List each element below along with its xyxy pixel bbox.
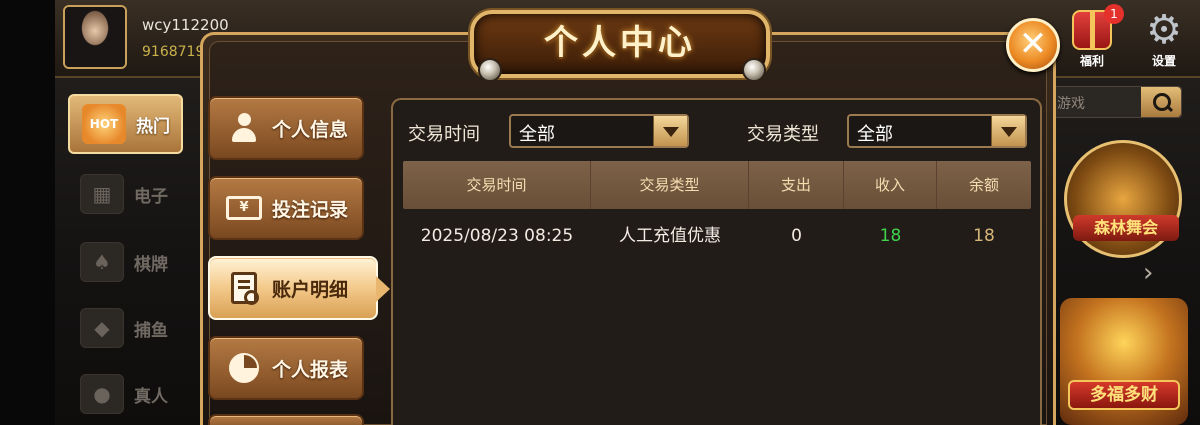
settings-label: 设置	[1151, 54, 1176, 68]
slot-machine-icon: ▦	[80, 174, 124, 214]
menu-personal-info[interactable]: 个人信息	[208, 96, 364, 160]
cell-time: 2025/08/23 08:25	[420, 226, 574, 246]
chevron-down-icon[interactable]	[653, 116, 687, 146]
search-input[interactable]: 游戏	[1052, 86, 1182, 118]
table-row: 2025/08/23 08:25 人工充值优惠 0 18 18	[403, 213, 1031, 259]
search-icon[interactable]	[1141, 87, 1181, 117]
left-edge	[0, 0, 55, 425]
search-placeholder: 游戏	[1057, 96, 1085, 112]
side-nav-cards[interactable]: ♠ 棋牌	[68, 232, 183, 292]
filter-type-value: 全部	[857, 124, 893, 145]
menu-account-details[interactable]: 账户明细	[208, 256, 390, 320]
bill-yen-icon: ¥	[224, 191, 264, 225]
filter-type-select[interactable]: 全部	[847, 114, 1027, 148]
game-tile-forest-party[interactable]: 森林舞会	[1064, 140, 1182, 258]
welfare-button[interactable]: 1 福利	[1064, 4, 1124, 72]
dialog-title-plate: 个人中心	[470, 10, 770, 78]
notification-badge: 1	[1104, 4, 1124, 24]
avatar[interactable]	[63, 5, 127, 69]
side-nav-label: 棋牌	[134, 254, 168, 275]
menu-label: 投注记录	[272, 198, 349, 221]
column-header-balance: 余额	[968, 176, 999, 194]
title-knob-left	[478, 58, 502, 82]
filter-type-label: 交易类型	[747, 124, 819, 145]
document-search-icon	[224, 271, 264, 305]
pie-chart-icon	[224, 351, 264, 385]
fish-icon: ◆	[80, 308, 124, 348]
top-right-icons: 1 福利 ⚙ 设置	[1060, 4, 1200, 72]
filter-time-select[interactable]: 全部	[509, 114, 689, 148]
welfare-label: 福利	[1079, 54, 1104, 68]
chevron-right-icon[interactable]: ›	[1143, 258, 1153, 288]
user-id: 9168719	[142, 44, 205, 60]
side-nav-label: 电子	[134, 186, 168, 207]
column-header-type: 交易类型	[591, 161, 749, 209]
avatar-hair	[65, 7, 125, 67]
dealer-person-icon: ●	[80, 374, 124, 414]
menu-personal-report[interactable]: 个人报表	[208, 336, 364, 400]
playing-card-icon: ♠	[80, 242, 124, 282]
side-nav-label: 捕鱼	[134, 320, 168, 341]
close-button[interactable]: ✕	[1006, 18, 1060, 72]
close-icon: ✕	[1018, 24, 1048, 64]
chevron-down-icon[interactable]	[991, 116, 1025, 146]
game-tile-name: 多福多财	[1068, 380, 1180, 410]
cell-type: 人工充值优惠	[619, 226, 721, 246]
column-header-expense: 支出	[749, 161, 844, 209]
column-header-time: 交易时间	[403, 161, 591, 209]
table-header: 交易时间 交易类型 支出 收入 余额	[403, 161, 1031, 209]
menu-label: 个人信息	[272, 118, 349, 141]
column-header-income: 收入	[844, 161, 937, 209]
settings-button[interactable]: ⚙ 设置	[1136, 10, 1192, 72]
cell-expense: 0	[791, 226, 802, 246]
lobby-side-nav: HOT 热门 ▦ 电子 ♠ 棋牌 ◆ 捕鱼 ● 真人	[62, 88, 187, 425]
filter-time-label: 交易时间	[408, 124, 480, 145]
cell-balance: 18	[973, 226, 995, 246]
side-nav-live[interactable]: ● 真人	[68, 364, 183, 424]
menu-label: 账户明细	[272, 278, 349, 301]
gear-icon: ⚙	[1146, 7, 1182, 53]
game-tile-fortune[interactable]: 多福多财	[1060, 298, 1188, 425]
side-nav-label: 真人	[134, 386, 168, 407]
side-nav-electronic[interactable]: ▦ 电子	[68, 164, 183, 224]
side-nav-hot[interactable]: HOT 热门	[68, 94, 183, 154]
dialog-title: 个人中心	[544, 23, 696, 63]
title-knob-right	[742, 58, 766, 82]
game-tile-name: 森林舞会	[1073, 215, 1179, 241]
cell-income: 18	[879, 226, 902, 246]
filter-time-value: 全部	[519, 124, 555, 145]
menu-bet-records[interactable]: ¥ 投注记录	[208, 176, 364, 240]
menu-label: 个人报表	[272, 358, 349, 381]
side-nav-fishing[interactable]: ◆ 捕鱼	[68, 298, 183, 358]
hot-flame-icon: HOT	[82, 104, 126, 144]
menu-more[interactable]	[208, 414, 364, 425]
side-nav-label: 热门	[136, 116, 170, 137]
person-icon	[224, 111, 264, 145]
